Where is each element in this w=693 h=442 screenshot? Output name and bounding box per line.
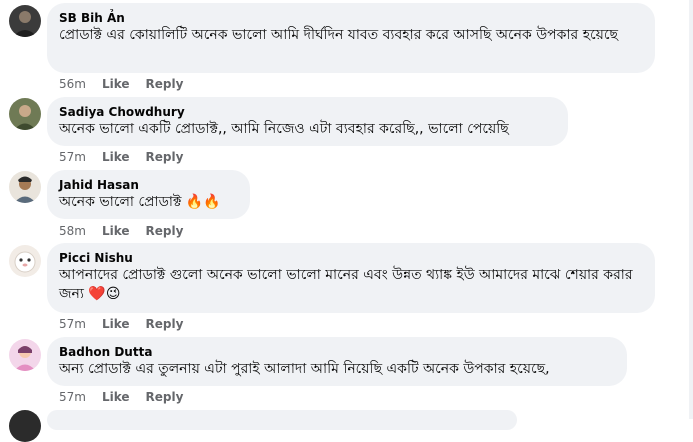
avatar-image [9,245,41,277]
fire-emoji-icon: 🔥🔥 [185,194,221,210]
comment-text-body: অন্য প্রোডাক্ট এর তুলনায় এটা পুরাই আলাদ… [59,361,550,377]
comment-text-body: আপনাদের প্রোডাক্ট গুলো অনেক ভালো ভালো মা… [59,267,633,302]
comment-author[interactable]: Picci Nishu [59,250,643,266]
reply-button[interactable]: Reply [146,149,184,165]
comment-author[interactable]: Badhon Dutta [59,344,615,360]
like-button[interactable]: Like [102,316,130,332]
next-comment-avatar[interactable] [9,410,41,442]
comment-actions: 57m Like Reply [59,149,183,165]
comment-text-body: অনেক ভালো প্রোডাক্ট [59,194,182,210]
like-button[interactable]: Like [102,223,130,239]
comment-bubble: Jahid Hasan অনেক ভালো প্রোডাক্ট 🔥🔥 [47,170,250,219]
avatar-image [9,171,41,203]
like-button[interactable]: Like [102,149,130,165]
like-button[interactable]: Like [102,76,130,92]
heart-wink-emoji-icon: ❤️😉 [88,286,121,302]
reply-button[interactable]: Reply [146,76,184,92]
comment-text: অন্য প্রোডাক্ট এর তুলনায় এটা পুরাই আলাদ… [59,360,615,379]
comment-actions: 57m Like Reply [59,389,183,405]
like-button[interactable]: Like [102,389,130,405]
comment-bubble: Badhon Dutta অন্য প্রোডাক্ট এর তুলনায় এ… [47,337,627,386]
comment-time[interactable]: 56m [59,76,86,92]
comment-text: অনেক ভালো প্রোডাক্ট 🔥🔥 [59,193,238,212]
comment-time[interactable]: 57m [59,316,86,332]
scrollbar[interactable] [689,0,693,419]
comment-author[interactable]: Sadiya Chowdhury [59,104,556,120]
comment-bubble: Picci Nishu আপনাদের প্রোডাক্ট গুলো অনেক … [47,243,655,313]
comment-bubble: SB Bih Ản প্রোডাক্ট এর কোয়ালিটি অনেক ভা… [47,3,655,73]
reply-button[interactable]: Reply [146,316,184,332]
avatar[interactable] [9,98,41,130]
comment-actions: 58m Like Reply [59,223,183,239]
avatar[interactable] [9,171,41,203]
comment-text-body: প্রোডাক্ট এর কোয়ালিটি অনেক ভালো আমি দীর… [59,27,619,43]
comment-time[interactable]: 57m [59,389,86,405]
comment-author[interactable]: Jahid Hasan [59,177,238,193]
next-comment-bubble [47,410,517,430]
avatar-image [9,339,41,371]
avatar[interactable] [9,245,41,277]
comment-author[interactable]: SB Bih Ản [59,10,643,26]
comment-text: অনেক ভালো একটি প্রোডাক্ট,, আমি নিজেও এটা… [59,120,556,139]
comment-text-body: অনেক ভালো একটি প্রোডাক্ট,, আমি নিজেও এটা… [59,121,509,137]
avatar-image [9,5,41,37]
comment-text: প্রোডাক্ট এর কোয়ালিটি অনেক ভালো আমি দীর… [59,26,643,45]
comment-bubble: Sadiya Chowdhury অনেক ভালো একটি প্রোডাক্… [47,97,568,146]
avatar-image [9,98,41,130]
comment-time[interactable]: 58m [59,223,86,239]
avatar[interactable] [9,5,41,37]
reply-button[interactable]: Reply [146,223,184,239]
comment-time[interactable]: 57m [59,149,86,165]
comment-actions: 57m Like Reply [59,316,183,332]
comment-text: আপনাদের প্রোডাক্ট গুলো অনেক ভালো ভালো মা… [59,266,643,304]
comment-actions: 56m Like Reply [59,76,183,92]
avatar[interactable] [9,339,41,371]
reply-button[interactable]: Reply [146,389,184,405]
